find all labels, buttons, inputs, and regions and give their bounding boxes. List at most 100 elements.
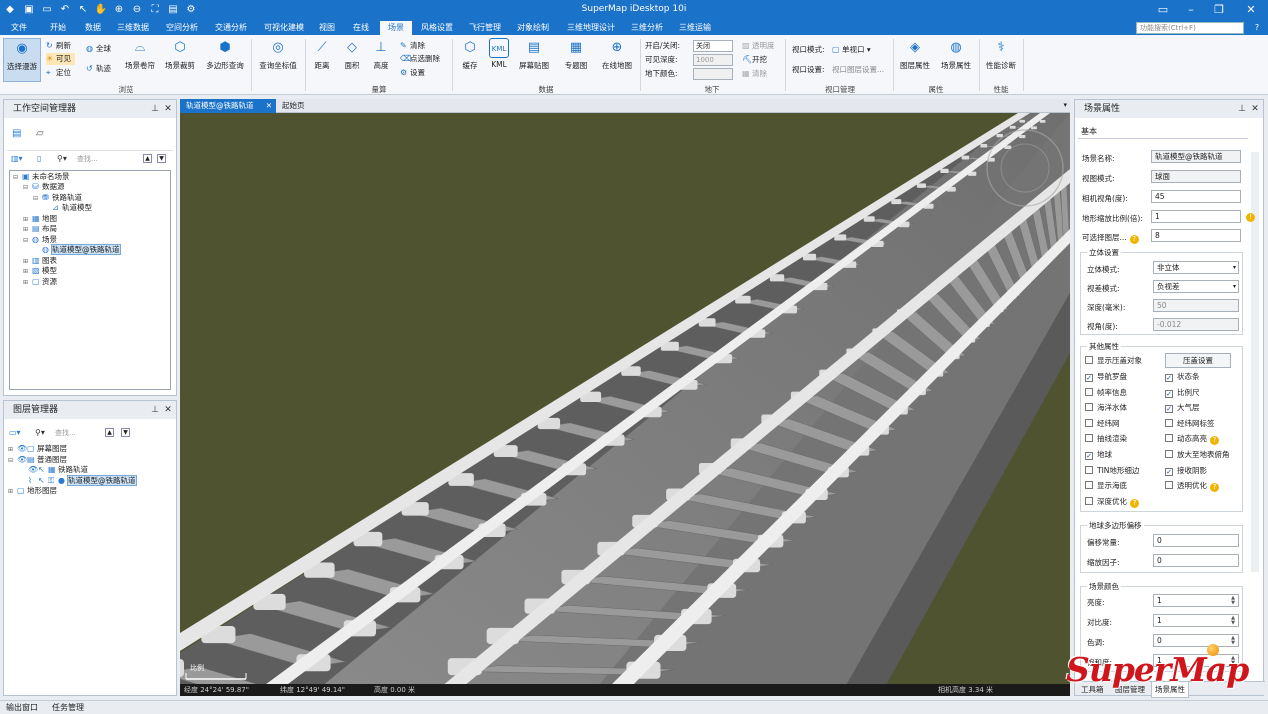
property-checkbox[interactable]: 放大至地表俯角 <box>1165 449 1230 460</box>
offset-const-input[interactable]: 0 <box>1153 534 1239 547</box>
menu-data[interactable]: 数据 <box>76 21 110 35</box>
property-checkbox[interactable]: 动态高亮? <box>1165 433 1219 446</box>
distance-button[interactable]: ⟋ 距离 <box>308 38 336 71</box>
selectable-layers-input[interactable]: 8 <box>1151 229 1241 242</box>
property-checkbox[interactable]: TIN地形细边 <box>1085 465 1139 476</box>
help-icon[interactable]: ? <box>1210 483 1219 493</box>
help-icon[interactable]: ? <box>1130 498 1139 508</box>
refresh-button[interactable]: ↻ 刷新 <box>46 40 71 52</box>
property-checkbox[interactable]: ✓ 接收阴影 <box>1165 465 1207 476</box>
area-button[interactable]: ◇ 面积 <box>338 38 366 71</box>
menu-3d-data[interactable]: 三维数据 <box>112 21 154 35</box>
close-icon[interactable]: ✕ <box>163 404 173 416</box>
pick-delete-button[interactable]: ⌫点选删除 <box>400 53 440 65</box>
menu-flight[interactable]: 飞行管理 <box>462 21 508 35</box>
minimize-ribbon-icon[interactable]: ▭ <box>1150 2 1176 18</box>
scene-name-field[interactable]: 轨道模型@铁路轨道 <box>1151 150 1241 163</box>
add-layer-icon[interactable]: ▭▾ <box>9 428 21 437</box>
close-tab-icon[interactable]: ✕ <box>266 99 272 113</box>
excavate-button[interactable]: ⛏开挖 <box>742 54 767 66</box>
lock-icon[interactable]: ⚿ <box>48 476 58 487</box>
screen-paste-button[interactable]: ▤ 屏幕贴图 <box>515 38 553 71</box>
track-button[interactable]: ↺ 轨迹 <box>86 63 111 75</box>
clear-measure-button[interactable]: ✎ 清除 <box>400 40 425 52</box>
show-overlap-checkbox[interactable]: 显示压盖对象 <box>1085 355 1142 366</box>
menu-3d-analysis[interactable]: 三维分析 <box>624 21 670 35</box>
layer-item-terrain[interactable]: ⊞ ▢ 地形图层 <box>8 486 57 498</box>
new-datasource-icon[interactable]: ▯ <box>37 154 41 163</box>
clear-underground-button[interactable]: ▦ 清除 <box>742 68 767 80</box>
property-checkbox[interactable]: ✓ 比例尺 <box>1165 387 1200 398</box>
scene-clip-button[interactable]: ⬡ 场景裁剪 <box>160 38 200 71</box>
viewport-layer-settings-button[interactable]: 视口图层设置... <box>832 64 884 76</box>
select-browse-button[interactable]: ◉ 选择漫游 <box>3 38 41 82</box>
menu-scene[interactable]: 场景 <box>380 21 412 35</box>
scene-props-button[interactable]: ◍ 场景属性 <box>936 38 976 71</box>
tree-item-resources[interactable]: ⊞ ▢ 资源 <box>23 277 57 289</box>
cache-button[interactable]: ⬡ 缓存 <box>456 38 484 71</box>
thematic-map-button[interactable]: ▦ 专题图 <box>560 38 592 71</box>
open-close-select[interactable]: 关闭 <box>693 40 733 52</box>
eye-icon[interactable]: 👁 <box>28 465 38 476</box>
help-icon[interactable]: ? <box>1129 235 1139 244</box>
workspace-file-icon[interactable]: ▱ <box>36 128 44 139</box>
find-next-icon[interactable]: ▼ <box>157 154 166 163</box>
output-window-tab[interactable]: 输出窗口 <box>6 702 38 713</box>
property-checkbox[interactable]: 海洋水体 <box>1085 402 1127 413</box>
select-icon[interactable]: ↖ <box>38 465 48 476</box>
close-icon[interactable]: ✕ <box>1250 103 1260 115</box>
tree-item-scene-track[interactable]: ◍ 轨道模型@铁路轨道 <box>42 244 121 256</box>
search-icon[interactable]: ⚲▾ <box>57 154 67 163</box>
layer-props-button[interactable]: ◈ 图层属性 <box>897 38 933 71</box>
visible-button[interactable]: ☀ 可见 <box>46 53 75 65</box>
find-prev-icon[interactable]: ▲ <box>143 154 152 163</box>
scene-roll-button[interactable]: ⌓ 场景卷帘 <box>122 38 158 71</box>
property-checkbox[interactable]: 经纬网 <box>1085 418 1120 429</box>
menu-view[interactable]: 视图 <box>312 21 342 35</box>
scale-factor-input[interactable]: 0 <box>1153 554 1239 567</box>
spinner-icon[interactable]: ▲ ▼ <box>1229 596 1237 606</box>
menu-visual-modeling[interactable]: 可视化建模 <box>258 21 310 35</box>
menu-traffic-analysis[interactable]: 交通分析 <box>208 21 254 35</box>
open-workspace-icon[interactable]: ▥▾ <box>11 154 23 163</box>
search-icon[interactable]: ⚲▾ <box>35 428 45 437</box>
property-checkbox[interactable]: 深度优化? <box>1085 496 1139 508</box>
property-checkbox[interactable]: 显示海底 <box>1085 480 1127 491</box>
workspace-tree-icon[interactable]: ▤ <box>12 128 21 139</box>
depth-input[interactable]: 50 <box>1153 299 1239 312</box>
scene-viewport[interactable]: 比例 <box>180 113 1070 696</box>
eye-icon[interactable]: 👁 <box>17 455 27 466</box>
menu-object-draw[interactable]: 对象绘制 <box>510 21 556 35</box>
menu-file[interactable]: 文件 <box>2 21 36 35</box>
tab-list-icon[interactable]: ▾ <box>1063 101 1067 109</box>
property-checkbox[interactable]: ✓ 导航罗盘 <box>1085 371 1127 382</box>
height-button[interactable]: ⊥ 高度 <box>368 38 394 71</box>
viewport-mode-select[interactable]: ▢ 单视口 ▾ <box>832 44 871 56</box>
overlap-settings-button[interactable]: 压盖设置 <box>1165 353 1231 368</box>
pin-icon[interactable]: ⊥ <box>150 103 160 115</box>
polygon-query-button[interactable]: ⬢ 多边形查询 <box>202 38 248 71</box>
visible-depth-input[interactable]: 1000 <box>693 54 733 66</box>
parallax-select[interactable]: 负视差 ▾ <box>1153 280 1239 293</box>
select-icon[interactable]: ↖ <box>38 476 48 487</box>
menu-3d-transport[interactable]: 三维运输 <box>672 21 718 35</box>
perf-diag-button[interactable]: ⚕ 性能诊断 <box>982 38 1020 71</box>
property-checkbox[interactable]: 抽线渲染 <box>1085 433 1127 444</box>
global-button[interactable]: ◍ 全球 <box>86 43 111 55</box>
menu-style[interactable]: 风格设置 <box>414 21 460 35</box>
layer-find-input[interactable]: 查找... <box>55 428 76 438</box>
view-angle-input[interactable]: -0.012 <box>1153 318 1239 331</box>
property-checkbox[interactable]: ✓ 状态条 <box>1165 371 1200 382</box>
visibility-icon[interactable]: ⌇ <box>28 476 38 487</box>
minimize-button[interactable]: – <box>1178 2 1204 18</box>
property-checkbox[interactable]: ✓ 大气层 <box>1165 402 1200 414</box>
maximize-button[interactable]: ❐ <box>1206 2 1232 18</box>
menu-spatial-analysis[interactable]: 空间分析 <box>159 21 205 35</box>
layer-item-track-model[interactable]: ⌇ ↖ ⚿ ● 轨道模型@铁路轨道 <box>28 474 137 487</box>
property-checkbox[interactable]: 帧率信息 <box>1085 387 1127 398</box>
locate-button[interactable]: ⌖ 定位 <box>46 67 71 79</box>
property-checkbox[interactable]: 透明优化? <box>1165 480 1219 493</box>
view-mode-field[interactable]: 球面 <box>1151 170 1241 183</box>
find-prev-icon[interactable]: ▲ <box>105 428 114 437</box>
tab-start-page[interactable]: 起始页 <box>282 99 322 113</box>
